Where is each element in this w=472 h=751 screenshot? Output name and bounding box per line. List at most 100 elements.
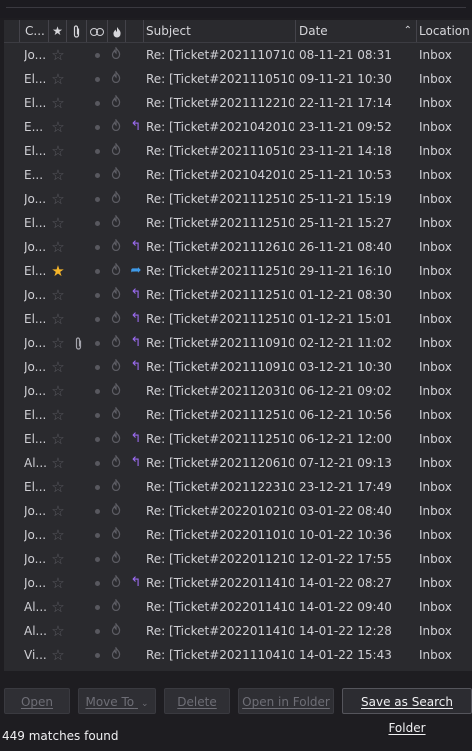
message-row[interactable]: Jo... ☆ ↰ Re: [Ticket#202111091001... 03-12-… xyxy=(4,355,472,379)
column-star[interactable]: ★ xyxy=(49,20,67,42)
message-row[interactable]: El... ☆ Re: [Ticket#202112231003... 23-12-2… xyxy=(4,475,472,499)
read-toggle[interactable] xyxy=(92,379,102,403)
message-row[interactable]: Jo... ☆ ↰ Re: [Ticket#202201141001... 14-01-… xyxy=(4,571,472,595)
read-toggle[interactable] xyxy=(92,331,102,355)
junk-toggle[interactable] xyxy=(108,67,124,91)
read-toggle[interactable] xyxy=(92,475,102,499)
message-row[interactable]: El... ☆ ↰ Re: [Ticket#202111251002... 01-12-… xyxy=(4,307,472,331)
message-row[interactable]: Vi... ☆ Re: [Ticket#202111041001... 14-01-2… xyxy=(4,643,472,667)
junk-toggle[interactable] xyxy=(108,619,124,643)
junk-toggle[interactable] xyxy=(108,523,124,547)
star-toggle[interactable]: ☆ xyxy=(50,67,66,91)
message-row[interactable]: Jo... ☆ ↰ Re: [Ticket#202111091001... 02-12-… xyxy=(4,331,472,355)
star-toggle[interactable]: ☆ xyxy=(50,139,66,163)
star-toggle[interactable]: ☆ xyxy=(50,187,66,211)
junk-toggle[interactable] xyxy=(108,331,124,355)
star-toggle[interactable]: ☆ xyxy=(50,427,66,451)
read-toggle[interactable] xyxy=(92,211,102,235)
read-toggle[interactable] xyxy=(92,571,102,595)
read-toggle[interactable] xyxy=(92,43,102,67)
star-toggle[interactable]: ☆ xyxy=(50,571,66,595)
column-location[interactable]: Location xyxy=(417,20,472,42)
junk-toggle[interactable] xyxy=(108,427,124,451)
column-correspondents[interactable]: C... xyxy=(20,20,49,42)
star-toggle[interactable]: ☆ xyxy=(50,211,66,235)
junk-toggle[interactable] xyxy=(108,499,124,523)
column-junk[interactable] xyxy=(108,20,126,42)
junk-toggle[interactable] xyxy=(108,115,124,139)
read-toggle[interactable] xyxy=(92,163,102,187)
message-row[interactable]: E... ☆ Re: [Ticket#202104201002... 25-11-21… xyxy=(4,163,472,187)
star-toggle[interactable]: ☆ xyxy=(50,163,66,187)
read-toggle[interactable] xyxy=(92,259,102,283)
message-row[interactable]: Jo... ☆ Re: [Ticket#202201121002... 12-01-2… xyxy=(4,547,472,571)
column-date[interactable]: Date ⌃ xyxy=(296,20,417,42)
star-toggle[interactable]: ☆ xyxy=(50,283,66,307)
message-row[interactable]: Jo... ☆ Re: [Ticket#202111251002... 25-11-2… xyxy=(4,187,472,211)
read-toggle[interactable] xyxy=(92,91,102,115)
message-row[interactable]: Jo... ☆ Re: [Ticket#202201101000... 10-01-2… xyxy=(4,523,472,547)
message-row[interactable]: El... ★ ➦ Re: [Ticket#202111251002... 29-11-… xyxy=(4,259,472,283)
open-in-folder-button[interactable]: Open in Folder xyxy=(238,688,334,714)
read-toggle[interactable] xyxy=(92,451,102,475)
junk-toggle[interactable] xyxy=(108,307,124,331)
column-attachment[interactable] xyxy=(67,20,87,42)
junk-toggle[interactable] xyxy=(108,283,124,307)
junk-toggle[interactable] xyxy=(108,139,124,163)
read-toggle[interactable] xyxy=(92,643,102,667)
junk-toggle[interactable] xyxy=(108,91,124,115)
read-toggle[interactable] xyxy=(92,235,102,259)
junk-toggle[interactable] xyxy=(108,235,124,259)
junk-toggle[interactable] xyxy=(108,547,124,571)
message-row[interactable]: El... ☆ Re: [Ticket#202111051005... 23-11-2… xyxy=(4,139,472,163)
message-row[interactable]: El... ☆ Re: [Ticket#202111051005... 09-11-2… xyxy=(4,67,472,91)
save-as-search-folder-button[interactable]: Save as Search Folder xyxy=(342,688,472,735)
junk-toggle[interactable] xyxy=(108,403,124,427)
junk-toggle[interactable] xyxy=(108,43,124,67)
read-toggle[interactable] xyxy=(92,139,102,163)
star-toggle[interactable]: ☆ xyxy=(50,523,66,547)
read-toggle[interactable] xyxy=(92,307,102,331)
junk-toggle[interactable] xyxy=(108,475,124,499)
junk-toggle[interactable] xyxy=(108,187,124,211)
read-toggle[interactable] xyxy=(92,115,102,139)
star-toggle[interactable]: ☆ xyxy=(50,547,66,571)
star-toggle[interactable]: ☆ xyxy=(50,499,66,523)
message-row[interactable]: E... ☆ ↰ Re: [Ticket#202104201002... 23-11-2… xyxy=(4,115,472,139)
star-toggle[interactable]: ☆ xyxy=(50,403,66,427)
read-toggle[interactable] xyxy=(92,283,102,307)
star-toggle[interactable]: ☆ xyxy=(50,619,66,643)
message-row[interactable]: Al... ☆ ↰ Re: [Ticket#202112061000... 07-12-… xyxy=(4,451,472,475)
junk-toggle[interactable] xyxy=(108,211,124,235)
junk-toggle[interactable] xyxy=(108,571,124,595)
star-toggle[interactable]: ☆ xyxy=(50,355,66,379)
read-toggle[interactable] xyxy=(92,595,102,619)
star-toggle[interactable]: ☆ xyxy=(50,91,66,115)
read-toggle[interactable] xyxy=(92,547,102,571)
message-row[interactable]: El... ☆ Re: [Ticket#202111251002... 06-12-2… xyxy=(4,403,472,427)
junk-toggle[interactable] xyxy=(108,451,124,475)
star-toggle[interactable]: ☆ xyxy=(50,235,66,259)
star-toggle[interactable]: ☆ xyxy=(50,643,66,667)
junk-toggle[interactable] xyxy=(108,259,124,283)
open-button[interactable]: Open xyxy=(4,688,70,714)
read-toggle[interactable] xyxy=(92,523,102,547)
star-toggle[interactable]: ☆ xyxy=(50,115,66,139)
read-toggle[interactable] xyxy=(92,67,102,91)
message-row[interactable]: Jo... ☆ Re: [Ticket#202112031002... 06-12-2… xyxy=(4,379,472,403)
junk-toggle[interactable] xyxy=(108,643,124,667)
junk-toggle[interactable] xyxy=(108,355,124,379)
column-read-status[interactable] xyxy=(87,20,108,42)
message-row[interactable]: Jo... ☆ ↰ Re: [Ticket#202111251002... 01-12-… xyxy=(4,283,472,307)
column-subject[interactable]: Subject xyxy=(144,20,296,42)
star-toggle[interactable]: ☆ xyxy=(50,307,66,331)
star-toggle[interactable]: ☆ xyxy=(50,595,66,619)
junk-toggle[interactable] xyxy=(108,595,124,619)
read-toggle[interactable] xyxy=(92,427,102,451)
delete-button[interactable]: Delete xyxy=(164,688,230,714)
star-toggle[interactable]: ☆ xyxy=(50,379,66,403)
read-toggle[interactable] xyxy=(92,499,102,523)
read-toggle[interactable] xyxy=(92,403,102,427)
message-row[interactable]: Al... ☆ Re: [Ticket#202201141001... 14-01-2… xyxy=(4,595,472,619)
star-toggle[interactable]: ☆ xyxy=(50,475,66,499)
